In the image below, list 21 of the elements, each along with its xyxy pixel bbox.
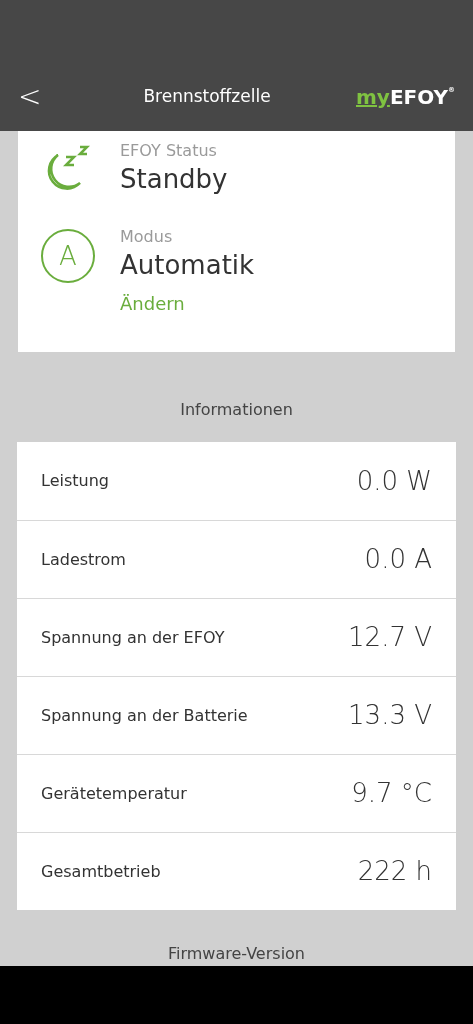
page-title: Brennstoffzelle <box>142 85 272 109</box>
info-value: 0.0 A <box>364 543 432 576</box>
status-value: Standby <box>120 163 228 196</box>
status-label: Modus <box>120 226 174 248</box>
info-value: 9.7 °C <box>351 777 432 810</box>
back-button[interactable]: < <box>18 83 48 111</box>
info-label: Gesamtbetrieb <box>41 860 161 883</box>
mode-icon: A <box>41 229 95 283</box>
info-value: 0.0 W <box>356 464 432 498</box>
info-value: 222 h <box>357 855 432 888</box>
section-heading: Informationen <box>179 399 294 421</box>
info-value: 13.3 V <box>348 699 432 732</box>
info-label: Spannung an der EFOY <box>41 626 225 649</box>
status-label: EFOY Status <box>120 140 218 162</box>
info-value: 12.7 V <box>348 621 432 654</box>
info-label: Leistung <box>41 470 109 492</box>
info-label: Ladestrom <box>41 548 126 571</box>
info-label: Spannung an der Batterie <box>41 704 248 727</box>
info-label: Gerätetemperatur <box>41 782 187 805</box>
status-value: Automatik <box>120 249 255 282</box>
section-heading: Firmware-Version <box>167 943 306 965</box>
